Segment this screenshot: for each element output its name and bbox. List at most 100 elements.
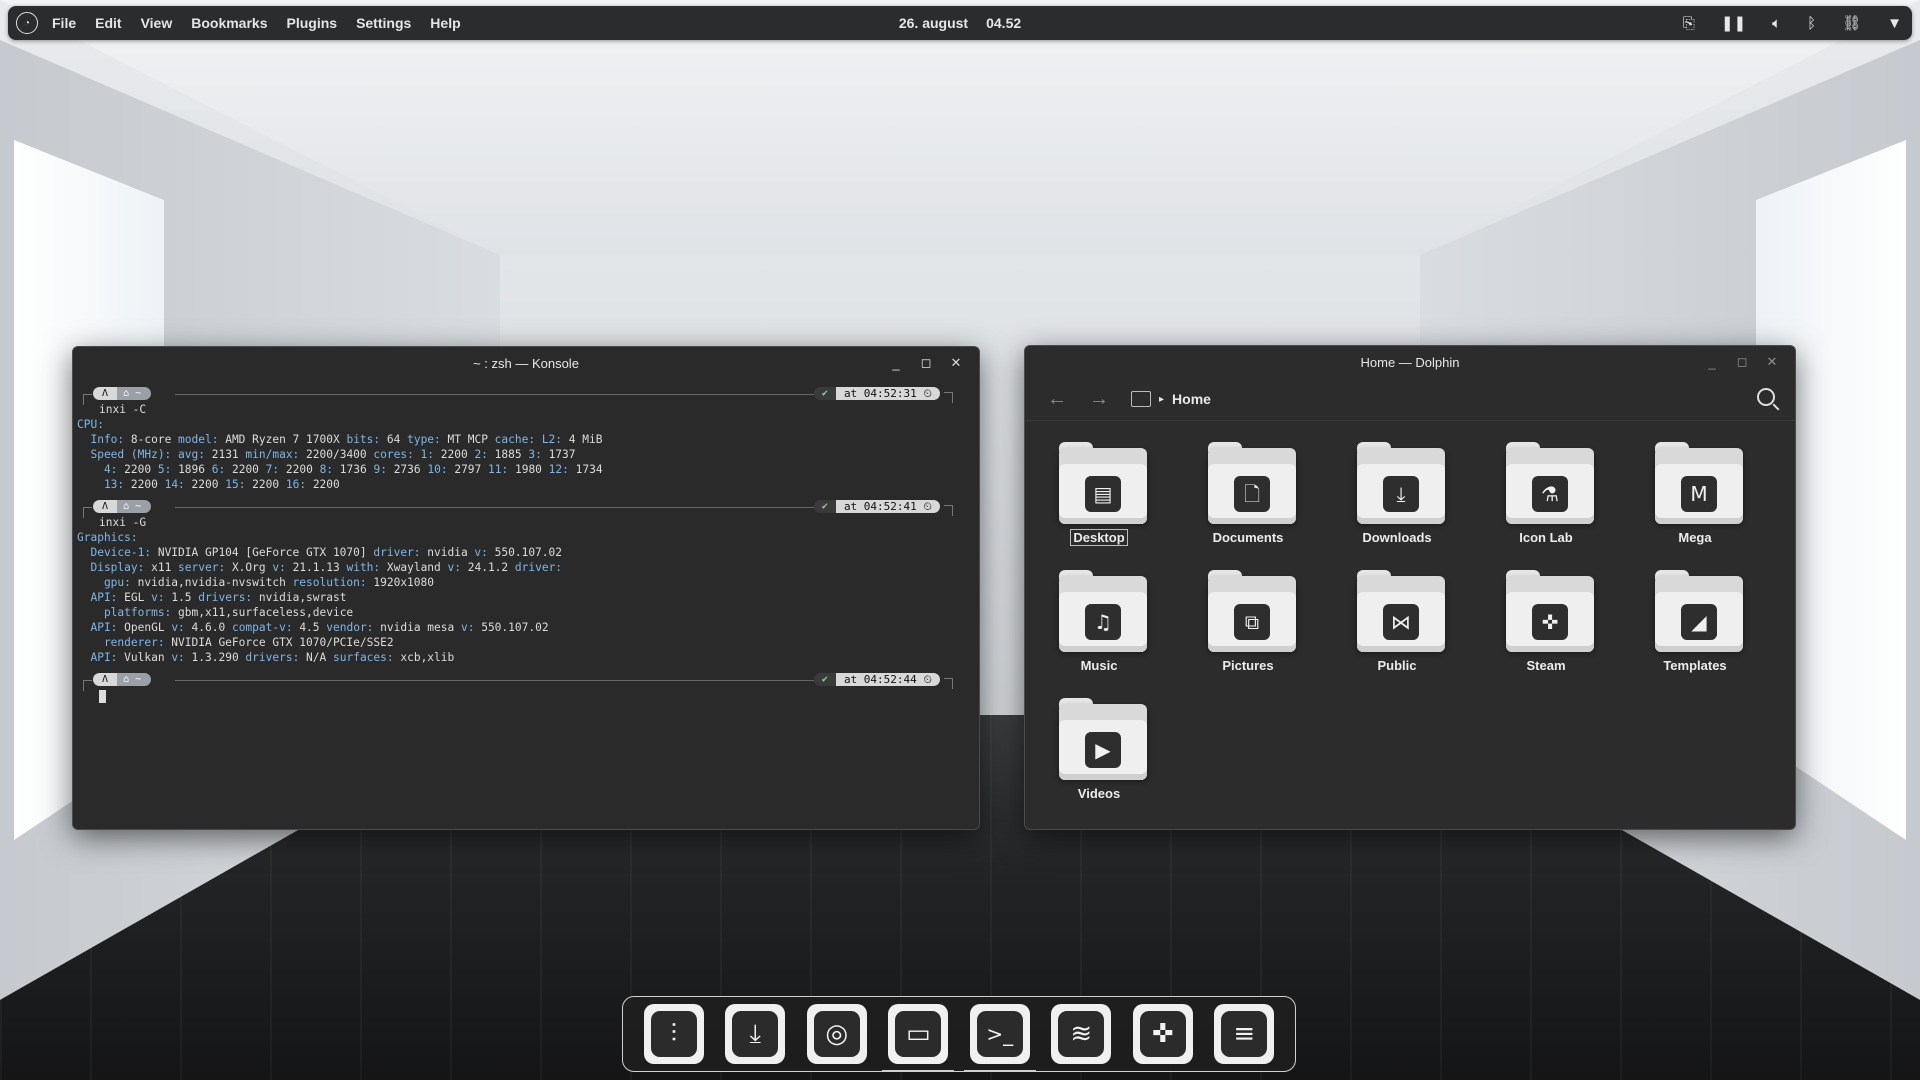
output-value: 2200 — [285, 463, 320, 476]
close-icon[interactable]: ✕ — [943, 351, 969, 375]
back-arrow-icon[interactable]: ← — [1047, 388, 1067, 411]
system-tray: ⎘ ❚❚ 🔈︎ ᛒ ⛓︎ ▼ — [1683, 6, 1902, 40]
document-icon: 🗋 — [1234, 476, 1270, 512]
prompt-directory: ⌂ ~ — [117, 500, 152, 513]
prompt-directory: ⌂ ~ — [117, 387, 152, 400]
output-key: 15: — [225, 478, 253, 491]
folder-steam[interactable]: ✜ Steam — [1486, 570, 1606, 688]
maximize-icon[interactable]: ◻ — [913, 351, 939, 375]
folder-desktop[interactable]: ▤ Desktop — [1039, 442, 1159, 560]
output-value: 1.3.290 — [191, 651, 246, 664]
prompt-connector — [83, 394, 92, 405]
drive-icon[interactable] — [1131, 391, 1151, 407]
output-key: v: — [272, 561, 293, 574]
output-key: 14: — [164, 478, 192, 491]
dolphin-titlebar[interactable]: Home — Dolphin _ ◻ ✕ — [1025, 346, 1795, 378]
folder-music[interactable]: ♫ Music — [1039, 570, 1159, 688]
folder-documents[interactable]: 🗋 Documents — [1188, 442, 1308, 560]
dock-spotify-button[interactable]: ≋ — [1051, 1004, 1112, 1064]
output-key: 11: — [488, 463, 515, 476]
output-value: 4.5 — [299, 621, 327, 634]
menu-view[interactable]: View — [141, 15, 173, 31]
output-key: Device-1: — [77, 546, 158, 559]
output-line: Display: x11 server: X.Org v: 21.1.13 wi… — [77, 560, 975, 575]
output-key: CPU: — [77, 418, 104, 431]
dolphin-toolbar: ← → ▸ Home — [1025, 378, 1795, 421]
play-icon: ▶ — [1085, 732, 1121, 768]
clock[interactable]: 26. august 04.52 — [899, 15, 1021, 31]
output-key: drivers: — [245, 651, 307, 664]
output-line: 4: 2200 5: 1896 6: 2200 7: 2200 8: 1736 … — [77, 462, 975, 477]
prompt-connector — [944, 505, 953, 516]
breadcrumb[interactable]: ▸ Home — [1131, 391, 1211, 407]
template-icon: ◢ — [1681, 604, 1717, 640]
media-pause-icon[interactable]: ❚❚ — [1721, 14, 1746, 32]
minimize-icon[interactable]: _ — [883, 351, 909, 375]
files-icon: ▭ — [895, 1011, 942, 1057]
menu-help[interactable]: Help — [430, 15, 460, 31]
prompt-connector — [83, 680, 92, 691]
menu-bookmarks[interactable]: Bookmarks — [191, 15, 267, 31]
breadcrumb-home[interactable]: Home — [1172, 391, 1211, 407]
output-value: NVIDIA GP104 [GeForce GTX 1070] — [157, 546, 374, 559]
folder-label: Mega — [1678, 530, 1712, 545]
menu-edit[interactable]: Edit — [95, 15, 121, 31]
output-value: 2736 — [393, 463, 428, 476]
output-value: 24.1.2 — [467, 561, 515, 574]
output-key: v: — [171, 651, 192, 664]
prompt-connector — [944, 392, 953, 403]
folder-videos[interactable]: ▶ Videos — [1039, 698, 1159, 816]
dock-mixer-button[interactable]: ⫶ — [643, 1004, 704, 1064]
volume-icon[interactable]: 🔈︎ — [1772, 15, 1781, 32]
output-key: drivers: — [198, 591, 259, 604]
close-icon[interactable]: ✕ — [1759, 350, 1785, 374]
dock-software-store-button[interactable]: ⤓ — [725, 1004, 786, 1064]
folder-downloads[interactable]: ⤓ Downloads — [1337, 442, 1457, 560]
bluetooth-icon[interactable]: ᛒ — [1807, 15, 1816, 32]
search-icon[interactable] — [1757, 388, 1775, 406]
command-line: inxi -C — [99, 403, 147, 416]
dock-files-button[interactable]: ▭ — [882, 1004, 955, 1072]
dock-layers-button[interactable]: ≡ — [1214, 1004, 1275, 1064]
dock-terminal-button[interactable]: >_ — [963, 1004, 1036, 1072]
menu-settings[interactable]: Settings — [356, 15, 411, 31]
output-key: 16: — [285, 478, 313, 491]
konsole-titlebar[interactable]: ~ : zsh — Konsole _ ◻ ✕ — [73, 347, 979, 379]
folder-templates[interactable]: ◢ Templates — [1635, 570, 1755, 688]
output-key: min/max: — [245, 448, 307, 461]
app-launcher-icon[interactable]: ◔ — [16, 12, 38, 34]
terminal-output[interactable]: Λ ⌂ ~ ✔ at 04:52:31 ⏲ inxi -C CPU: Info: 8-co… — [77, 383, 975, 823]
dock-chrome-button[interactable]: ◎ — [806, 1004, 867, 1064]
network-icon[interactable]: ⛓︎ — [1842, 14, 1861, 32]
forward-arrow-icon[interactable]: → — [1089, 388, 1109, 411]
expand-arrow-icon[interactable]: ▼ — [1887, 15, 1902, 32]
menu-plugins[interactable]: Plugins — [287, 15, 338, 31]
output-line: 13: 2200 14: 2200 15: 2200 16: 2200 — [77, 477, 975, 492]
text-cursor — [99, 689, 106, 703]
folder-icon-lab[interactable]: ⚗ Icon Lab — [1486, 442, 1606, 560]
output-key: Graphics: — [77, 531, 138, 544]
output-value: nvidia — [427, 546, 475, 559]
output-line: Graphics: — [77, 530, 975, 545]
clipboard-icon[interactable]: ⎘ — [1683, 15, 1695, 32]
folder-public[interactable]: ⋈ Public — [1337, 570, 1457, 688]
output-line: API: Vulkan v: 1.3.290 drivers: N/A surf… — [77, 650, 975, 665]
output-value: 2131 — [211, 448, 246, 461]
output-key: 13: — [77, 478, 131, 491]
output-value: X.Org — [231, 561, 273, 574]
dock-game-controller-button[interactable]: ✜ — [1132, 1004, 1193, 1064]
folder-icon: ▤ — [1059, 442, 1147, 524]
output-value: 1980 — [514, 463, 549, 476]
folder-pictures[interactable]: ⧉ Pictures — [1188, 570, 1308, 688]
output-key: Display: — [77, 561, 152, 574]
output-value: 2200/3400 — [306, 448, 374, 461]
folder-label: Downloads — [1362, 530, 1432, 545]
prompt-timestamp: at 04:52:44 ⏲ — [835, 673, 940, 686]
folder-mega[interactable]: M Mega — [1635, 442, 1755, 560]
menu-file[interactable]: File — [52, 15, 76, 31]
output-key: surfaces: — [333, 651, 401, 664]
maximize-icon[interactable]: ◻ — [1729, 350, 1755, 374]
output-line: gpu: nvidia,nvidia-nvswitch resolution: … — [77, 575, 975, 590]
minimize-icon[interactable]: _ — [1699, 350, 1725, 374]
output-value: 2200 — [440, 448, 475, 461]
